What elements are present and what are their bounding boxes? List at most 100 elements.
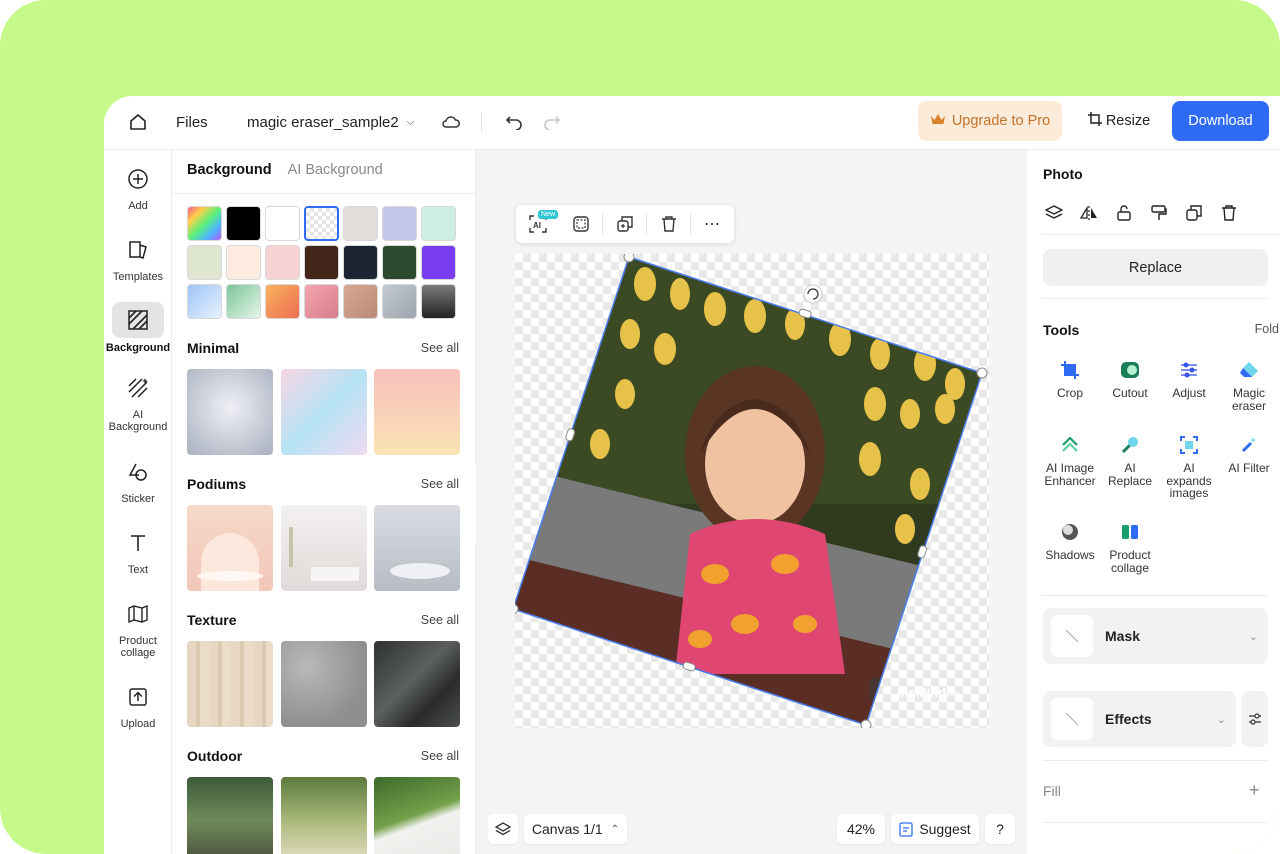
outdoor-thumb-1[interactable] <box>187 777 273 854</box>
redo-icon[interactable] <box>540 110 564 134</box>
photo-layer[interactable] <box>515 254 989 728</box>
format-painter-icon[interactable] <box>1148 202 1169 223</box>
tool-adjust[interactable]: Adjust <box>1161 358 1217 400</box>
files-menu[interactable]: Files <box>176 110 208 134</box>
rail-item-upload[interactable]: Upload <box>104 680 172 730</box>
color-swatch[interactable] <box>304 284 339 319</box>
tool-ai-image-enhancer[interactable]: AI Image Enhancer <box>1042 433 1098 487</box>
color-swatch[interactable] <box>382 284 417 319</box>
color-swatch[interactable] <box>226 245 261 280</box>
lock-icon[interactable] <box>1113 202 1134 223</box>
layer-order-icon[interactable] <box>1043 202 1064 223</box>
see-all-outdoor[interactable]: See all <box>421 749 459 763</box>
color-swatch[interactable] <box>382 206 417 241</box>
minimal-thumb-2[interactable] <box>281 369 367 455</box>
color-swatch[interactable] <box>304 206 339 241</box>
color-swatch[interactable] <box>343 284 378 319</box>
canvas-bottom-left: Canvas 1/1 ⌃ <box>488 814 627 844</box>
artboard[interactable]: insMind .com <box>515 254 989 728</box>
fill-title: Fill <box>1043 783 1061 799</box>
tool-ai-replace[interactable]: AI Replace <box>1102 433 1158 487</box>
canvas-pages-button[interactable]: Canvas 1/1 ⌃ <box>524 814 627 844</box>
selection-icon <box>572 216 589 232</box>
color-swatch[interactable] <box>187 284 222 319</box>
tool-cutout[interactable]: Cutout <box>1102 358 1158 400</box>
rail-item-background[interactable]: Background <box>104 302 172 354</box>
document-name-dropdown[interactable]: magic eraser_sample2 ⌵ <box>247 110 414 134</box>
rail-item-sticker[interactable]: Sticker <box>104 455 172 505</box>
shadows-icon <box>1058 520 1082 544</box>
delete-layer-icon[interactable] <box>1218 202 1239 223</box>
fold-tools-button[interactable]: Fold <box>1255 322 1279 336</box>
see-all-texture[interactable]: See all <box>421 613 459 627</box>
download-button[interactable]: Download <box>1172 101 1269 141</box>
texture-thumb-dark[interactable] <box>374 641 460 727</box>
color-swatch[interactable] <box>187 245 222 280</box>
undo-icon[interactable] <box>502 110 526 134</box>
rail-item-add[interactable]: Add <box>104 162 172 212</box>
minimal-thumb-3[interactable] <box>374 369 460 455</box>
color-swatch[interactable] <box>343 245 378 280</box>
color-swatch[interactable] <box>343 206 378 241</box>
rail-item-text[interactable]: Text <box>104 526 172 576</box>
color-swatch[interactable] <box>265 245 300 280</box>
outdoor-thumb-3[interactable] <box>374 777 460 854</box>
add-fill-icon[interactable]: + <box>1249 780 1260 801</box>
color-swatch[interactable] <box>226 206 261 241</box>
color-swatch[interactable] <box>421 206 456 241</box>
tool-crop[interactable]: Crop <box>1042 358 1098 400</box>
color-swatch[interactable] <box>265 284 300 319</box>
suggest-button[interactable]: Suggest <box>891 814 979 844</box>
replace-button[interactable]: Replace <box>1043 249 1268 286</box>
color-swatch[interactable] <box>421 284 456 319</box>
color-swatch[interactable] <box>187 206 222 241</box>
duplicate-icon <box>616 216 633 232</box>
tool-product-collage[interactable]: Product collage <box>1102 520 1158 574</box>
podium-thumb-3[interactable] <box>374 505 460 591</box>
texture-thumb-concrete[interactable] <box>281 641 367 727</box>
tab-ai-background[interactable]: AI Background <box>288 162 383 178</box>
delete-button[interactable] <box>647 205 690 243</box>
effects-settings-button[interactable] <box>1241 691 1268 747</box>
resize-button[interactable]: Resize <box>1084 101 1154 141</box>
rail-item-product-collage[interactable]: Product collage <box>104 597 172 659</box>
photo-actions <box>1043 202 1239 223</box>
minimal-thumb-1[interactable] <box>187 369 273 455</box>
suggest-label: Suggest <box>919 821 971 837</box>
outdoor-thumb-2[interactable] <box>281 777 367 854</box>
color-swatch[interactable] <box>382 245 417 280</box>
tool-magic-eraser[interactable]: Magic eraser <box>1221 358 1277 412</box>
tab-background[interactable]: Background <box>187 162 272 178</box>
canvas-bottom-right: 42% Suggest ? <box>837 814 1015 844</box>
color-swatch[interactable] <box>265 206 300 241</box>
tool-ai-filter[interactable]: AI Filter <box>1221 433 1277 475</box>
color-swatch[interactable] <box>226 284 261 319</box>
see-all-minimal[interactable]: See all <box>421 341 459 355</box>
color-swatch[interactable] <box>304 245 339 280</box>
cloud-save-icon[interactable] <box>439 110 463 134</box>
ai-filter-icon <box>1237 433 1261 457</box>
effects-card[interactable]: Effects ⌄ <box>1043 691 1236 747</box>
mask-card[interactable]: Mask ⌄ <box>1043 608 1268 664</box>
flip-icon[interactable] <box>1078 202 1099 223</box>
ai-tool-button[interactable]: AI New <box>516 205 559 243</box>
tool-label: AI Filter <box>1228 461 1270 475</box>
podium-thumb-2[interactable] <box>281 505 367 591</box>
more-options-button[interactable]: ⋯ <box>691 205 734 243</box>
color-swatch[interactable] <box>421 245 456 280</box>
tool-shadows[interactable]: Shadows <box>1042 520 1098 562</box>
see-all-podiums[interactable]: See all <box>421 477 459 491</box>
rail-item-templates[interactable]: Templates <box>104 233 172 283</box>
duplicate-button[interactable] <box>603 205 646 243</box>
layers-button[interactable] <box>488 814 518 844</box>
zoom-level[interactable]: 42% <box>837 814 885 844</box>
tool-ai-expands-images[interactable]: AI expands images <box>1161 433 1217 500</box>
home-icon[interactable] <box>126 110 150 134</box>
texture-thumb-wood[interactable] <box>187 641 273 727</box>
duplicate-layer-icon[interactable] <box>1183 202 1204 223</box>
help-button[interactable]: ? <box>985 814 1015 844</box>
upgrade-to-pro-button[interactable]: Upgrade to Pro <box>918 101 1062 141</box>
podium-thumb-1[interactable] <box>187 505 273 591</box>
selection-tool-button[interactable] <box>559 205 602 243</box>
rail-item-ai-background[interactable]: AI Background <box>104 371 172 433</box>
